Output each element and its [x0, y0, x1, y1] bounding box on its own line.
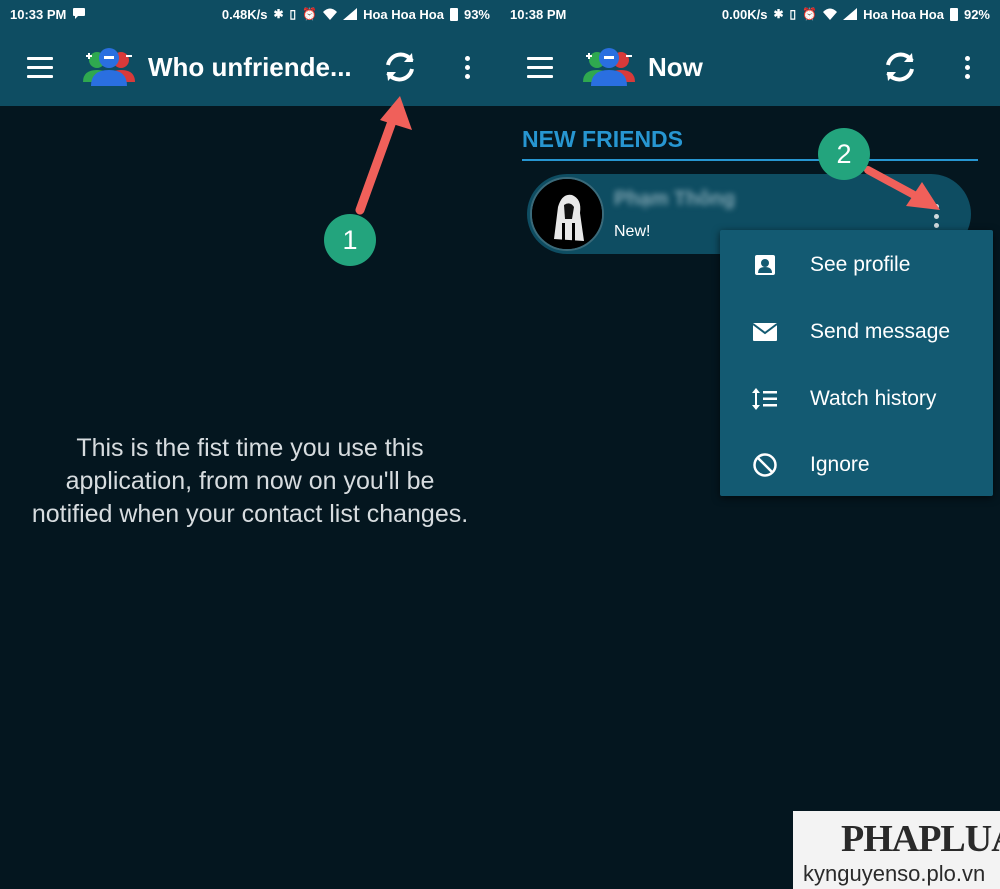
menu-item-label: Send message: [810, 320, 951, 344]
status-time: 10:38 PM: [510, 6, 567, 22]
watermark: PHAPLUAT kynguyenso.plo.vn: [793, 811, 1000, 889]
battery-percent: 92%: [963, 6, 990, 22]
hamburger-menu-icon[interactable]: [510, 28, 570, 106]
watermark-site: kynguyenso.plo.vn: [803, 861, 986, 886]
left-screen: 10:33 PM 0.48K/s ✱ ▯ ⏰ Hoa Hoa Hoa 93% W…: [0, 0, 500, 889]
overflow-menu-icon[interactable]: [452, 50, 482, 84]
menu-item-see-profile[interactable]: See profile: [720, 232, 993, 299]
menu-item-label: Watch history: [810, 386, 937, 410]
friend-name: Phạm Thông: [614, 187, 736, 210]
carrier-name: Hoa Hoa Hoa: [863, 6, 944, 22]
battery-icon: [949, 7, 958, 21]
annotation-arrow-1: [355, 96, 412, 215]
annotation-arrow-2: [864, 166, 940, 210]
overflow-menu-icon[interactable]: [952, 50, 982, 84]
watermark-logo: PHAPLUAT: [841, 818, 1000, 860]
page-title: Now: [648, 51, 703, 82]
vibrate-icon: ▯: [789, 7, 797, 21]
page-title: Who unfriende...: [148, 51, 352, 82]
block-icon: [720, 432, 810, 499]
bluetooth-icon: ✱: [273, 7, 284, 21]
menu-item-label: Ignore: [810, 453, 870, 477]
signal-icon: [343, 8, 358, 20]
app-bar: Now: [500, 28, 1000, 106]
contact-card-icon: [720, 232, 810, 299]
network-speed: 0.00K/s: [721, 6, 768, 22]
empty-state-message: This is the fist time you use this appli…: [31, 434, 469, 528]
wifi-icon: [323, 8, 338, 20]
app-logo-icon: [80, 46, 138, 88]
menu-item-send-message[interactable]: Send message: [720, 299, 993, 366]
message-notification-icon: [72, 7, 86, 21]
popup-menu: See profile Send message Watch history I…: [720, 230, 993, 496]
network-speed: 0.48K/s: [221, 6, 268, 22]
annotation-step-badge: 2: [818, 128, 870, 180]
menu-item-label: See profile: [810, 253, 911, 277]
envelope-icon: [720, 299, 810, 366]
battery-icon: [449, 7, 458, 21]
battery-percent: 93%: [463, 6, 490, 22]
menu-item-watch-history[interactable]: Watch history: [720, 365, 993, 432]
app-logo-icon: [580, 46, 638, 88]
avatar: [530, 177, 604, 251]
bluetooth-icon: ✱: [773, 7, 784, 21]
app-bar: Who unfriende...: [0, 28, 500, 106]
refresh-icon[interactable]: [878, 45, 922, 89]
history-list-icon: [720, 365, 810, 432]
section-title: NEW FRIENDS: [522, 126, 978, 161]
vibrate-icon: ▯: [289, 7, 297, 21]
status-time: 10:33 PM: [10, 6, 67, 22]
annotation-step-badge: 1: [324, 214, 376, 266]
friend-status: New!: [614, 222, 651, 240]
wifi-icon: [823, 8, 838, 20]
status-bar: 10:38 PM 0.00K/s ✱ ▯ ⏰ Hoa Hoa Hoa 92%: [500, 0, 1000, 28]
status-bar: 10:33 PM 0.48K/s ✱ ▯ ⏰ Hoa Hoa Hoa 93%: [0, 0, 500, 28]
refresh-icon[interactable]: [378, 45, 422, 89]
alarm-icon: ⏰: [302, 7, 318, 21]
carrier-name: Hoa Hoa Hoa: [363, 6, 444, 22]
hamburger-menu-icon[interactable]: [10, 28, 70, 106]
alarm-icon: ⏰: [802, 7, 818, 21]
right-screen: 10:38 PM 0.00K/s ✱ ▯ ⏰ Hoa Hoa Hoa 92% N…: [500, 0, 1000, 889]
signal-icon: [843, 8, 858, 20]
menu-item-ignore[interactable]: Ignore: [720, 432, 993, 499]
